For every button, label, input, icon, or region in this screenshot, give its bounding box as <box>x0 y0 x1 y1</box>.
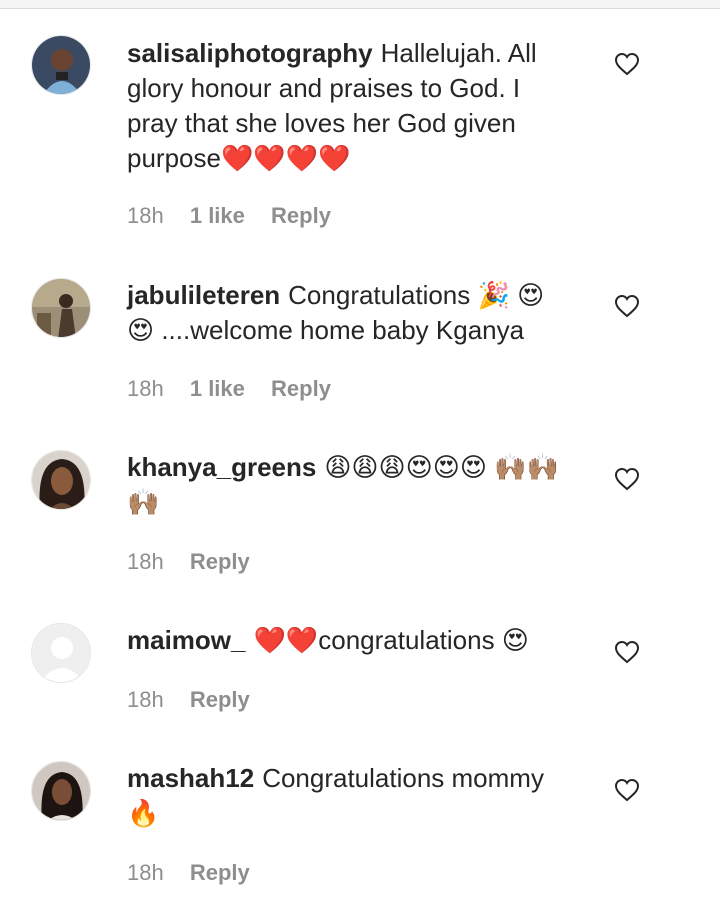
comment-meta: 18h 1 like Reply <box>127 376 351 402</box>
reply-button[interactable]: Reply <box>190 687 250 712</box>
comment-username[interactable]: khanya_greens <box>127 452 316 482</box>
comment-likes[interactable]: 1 like <box>190 203 245 228</box>
comment-body: mashah12 Congratulations mommy 🔥 <box>127 761 577 831</box>
comment-username[interactable]: jabulileteren <box>127 280 280 310</box>
reply-button[interactable]: Reply <box>190 549 250 574</box>
reply-button[interactable]: Reply <box>190 860 250 885</box>
heart-outline-icon[interactable] <box>614 294 640 318</box>
comment-time: 18h <box>127 203 164 228</box>
heart-outline-icon[interactable] <box>614 640 640 664</box>
comment-body: jabulileteren Congratulations 🎉 😍 😍 ....w… <box>127 278 577 348</box>
comment-time: 18h <box>127 687 164 712</box>
comment-meta: 18h 1 like Reply <box>127 203 351 229</box>
default-avatar-icon[interactable] <box>31 623 91 683</box>
avatar[interactable] <box>31 761 91 821</box>
avatar[interactable] <box>31 35 91 95</box>
comment-meta: 18h Reply <box>127 860 270 886</box>
heart-outline-icon[interactable] <box>614 778 640 802</box>
comment-meta: 18h Reply <box>127 549 270 575</box>
avatar[interactable] <box>31 278 91 338</box>
comment-time: 18h <box>127 376 164 401</box>
comment-text: ❤️❤️congratulations 😍 <box>253 625 529 655</box>
comment-likes[interactable]: 1 like <box>190 376 245 401</box>
comment-body: salisaliphotography Hallelujah. All glory… <box>127 36 577 176</box>
comment-body: maimow_ ❤️❤️congratulations 😍 <box>127 623 577 658</box>
heart-outline-icon[interactable] <box>614 52 640 76</box>
comment-username[interactable]: salisaliphotography <box>127 38 373 68</box>
comment-username[interactable]: mashah12 <box>127 763 254 793</box>
comment-time: 18h <box>127 549 164 574</box>
comment-meta: 18h Reply <box>127 687 270 713</box>
reply-button[interactable]: Reply <box>271 203 331 228</box>
top-divider <box>0 0 720 9</box>
comment-body: khanya_greens 😩😩😩😍😍😍 🙌🏽🙌🏽🙌🏽 <box>127 450 577 520</box>
comment-username[interactable]: maimow_ <box>127 625 246 655</box>
comment-time: 18h <box>127 860 164 885</box>
reply-button[interactable]: Reply <box>271 376 331 401</box>
avatar[interactable] <box>31 450 91 510</box>
heart-outline-icon[interactable] <box>614 467 640 491</box>
